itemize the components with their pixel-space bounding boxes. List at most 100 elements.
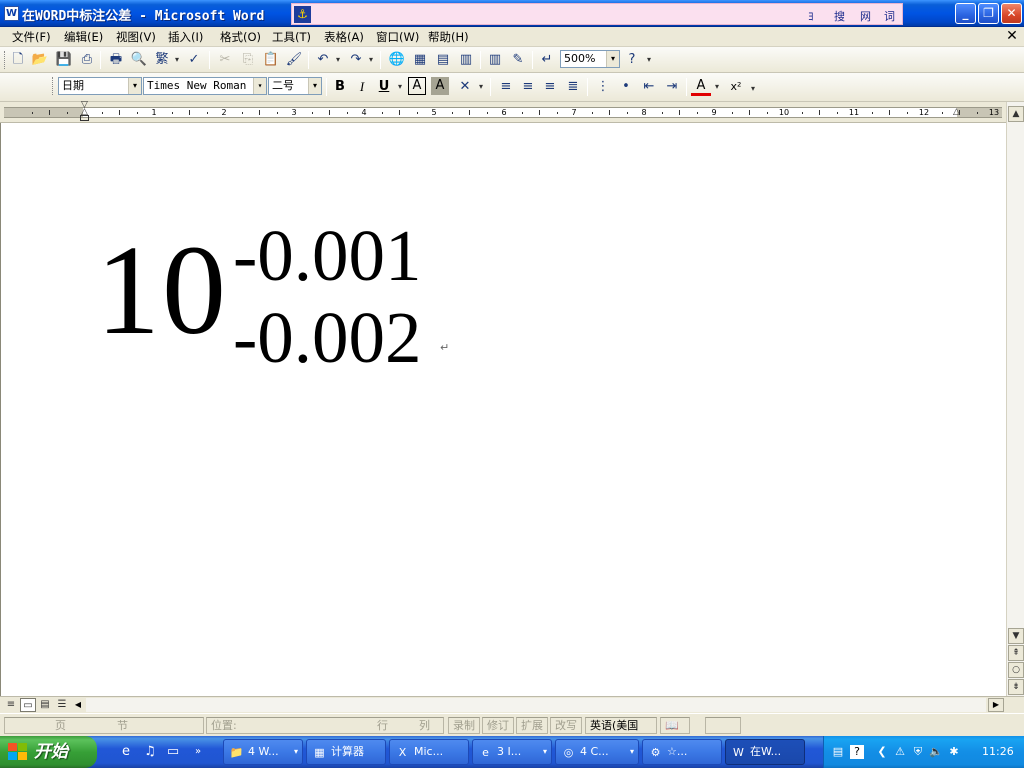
chinese-conversion-dropdown[interactable]: ▾ xyxy=(173,50,181,70)
bullets-icon[interactable]: • xyxy=(616,77,636,97)
scroll-down-button[interactable]: ▼ xyxy=(1008,628,1024,644)
status-track-changes[interactable]: 修订 xyxy=(482,717,514,734)
print-layout-view-icon[interactable]: ▤ xyxy=(37,698,53,712)
right-indent-icon[interactable]: △ xyxy=(952,108,961,117)
lower-tolerance[interactable]: -0.002 xyxy=(233,301,422,374)
toolbar-options-dropdown[interactable]: ▾ xyxy=(749,79,757,99)
align-center-icon[interactable]: ≡ xyxy=(518,77,538,97)
drawing-icon[interactable]: ✎ xyxy=(508,50,528,70)
menu-edit[interactable]: 编辑(E) xyxy=(62,29,105,45)
ime-item-mode[interactable]: ﾖ xyxy=(808,8,814,24)
network-icon[interactable]: ⚠ xyxy=(892,744,908,760)
scroll-left-button[interactable]: ◀ xyxy=(72,698,84,712)
task-ie[interactable]: e 3 I... ▾ xyxy=(472,739,552,765)
task-calculator[interactable]: ▦ 计算器 xyxy=(306,739,386,765)
help-tray-icon[interactable]: ? xyxy=(850,745,864,759)
menu-file[interactable]: 文件(F) xyxy=(10,29,53,45)
menu-table[interactable]: 表格(A) xyxy=(322,29,366,45)
next-page-button[interactable]: ⇟ xyxy=(1008,679,1024,695)
chevron-down-icon[interactable]: ▾ xyxy=(253,78,266,94)
justify-icon[interactable]: ≣ xyxy=(563,77,583,97)
new-icon[interactable]: 🗋 xyxy=(8,50,28,70)
tables-borders-icon[interactable]: ▦ xyxy=(410,50,430,70)
menu-insert[interactable]: 插入(I) xyxy=(166,29,205,45)
upper-tolerance[interactable]: -0.001 xyxy=(233,219,422,292)
toolbar-grip[interactable] xyxy=(4,51,7,69)
clock[interactable]: 11:26 xyxy=(982,745,1014,758)
font-color-dropdown[interactable]: ▾ xyxy=(713,77,721,97)
redo-icon[interactable]: ↷ xyxy=(346,50,366,70)
decrease-indent-icon[interactable]: ⇤ xyxy=(639,77,659,97)
char-border-icon[interactable]: A xyxy=(408,77,426,95)
ie-quicklaunch-icon[interactable]: e xyxy=(117,743,135,761)
spelling-status-icon[interactable]: 📖 xyxy=(660,717,690,734)
left-indent-icon[interactable] xyxy=(80,115,89,121)
select-browse-object-button[interactable]: ○ xyxy=(1008,662,1024,678)
word-doc-icon[interactable]: W xyxy=(4,6,19,21)
task-c[interactable]: ◎ 4 C... ▾ xyxy=(555,739,639,765)
bold-icon[interactable]: B xyxy=(330,77,350,97)
security-icon[interactable]: ⛨ xyxy=(910,744,926,760)
style-combo[interactable]: 日期 ▾ xyxy=(58,77,142,95)
restore-button[interactable]: ❐ xyxy=(978,3,999,24)
task-explorer[interactable]: 📁 4 W... ▾ xyxy=(223,739,303,765)
task-excel[interactable]: X Mic... xyxy=(389,739,469,765)
permission-icon[interactable]: ⎙ xyxy=(77,50,97,70)
keyboard-icon[interactable]: ▤ xyxy=(830,744,846,760)
quicklaunch-expand-icon[interactable]: » xyxy=(189,743,207,761)
menu-window[interactable]: 窗口(W) xyxy=(374,29,421,45)
status-language[interactable]: 英语(美国 xyxy=(585,717,657,734)
menu-view[interactable]: 视图(V) xyxy=(114,29,158,45)
font-combo[interactable]: Times New Roman ▾ xyxy=(143,77,267,95)
underline-dropdown[interactable]: ▾ xyxy=(396,77,404,97)
ime-item-word[interactable]: 词 xyxy=(884,8,895,24)
undo-icon[interactable]: ↶ xyxy=(313,50,333,70)
superscript-icon[interactable]: x² xyxy=(726,77,746,97)
desktop-quicklaunch-icon[interactable]: ▭ xyxy=(164,743,182,761)
format-painter-icon[interactable]: 🖌 xyxy=(284,50,304,70)
web-layout-view-icon[interactable]: ▭ xyxy=(20,698,36,712)
align-left-icon[interactable]: ≡ xyxy=(496,77,516,97)
task-star[interactable]: ⚙ ☆... xyxy=(642,739,722,765)
print-preview-icon[interactable]: 🔍 xyxy=(129,50,149,70)
insert-excel-icon[interactable]: ▥ xyxy=(456,50,476,70)
previous-page-button[interactable]: ⇞ xyxy=(1008,645,1024,661)
chinese-conversion-icon[interactable]: 繁 xyxy=(152,50,172,70)
close-button[interactable]: ✕ xyxy=(1001,3,1022,24)
increase-indent-icon[interactable]: ⇥ xyxy=(662,77,682,97)
vertical-scrollbar[interactable]: ▲ ▼ ⇞ ○ ⇟ xyxy=(1006,102,1024,696)
redo-dropdown[interactable]: ▾ xyxy=(367,50,375,70)
font-size-combo[interactable]: 二号 ▾ xyxy=(268,77,322,95)
italic-icon[interactable]: I xyxy=(352,77,372,97)
show-hide-icon[interactable]: ↵ xyxy=(537,50,557,70)
start-button[interactable]: 开始 xyxy=(0,736,97,768)
menu-format[interactable]: 格式(O) xyxy=(218,29,263,45)
zoom-combo[interactable]: 500% ▾ xyxy=(560,50,620,68)
ruler-track[interactable]: 1 2 3 4 5 6 7 8 9 10 11 12 13 xyxy=(4,107,1002,118)
paste-icon[interactable]: 📋 xyxy=(261,50,281,70)
scroll-up-button[interactable]: ▲ xyxy=(1008,106,1024,122)
insert-table-icon[interactable]: ▤ xyxy=(433,50,453,70)
ime-item-search[interactable]: 搜 xyxy=(834,8,845,24)
toolbar-grip[interactable] xyxy=(52,77,55,95)
menu-tools[interactable]: 工具(T) xyxy=(270,29,313,45)
cut-icon[interactable]: ✂ xyxy=(215,50,235,70)
outline-view-icon[interactable]: ☰ xyxy=(54,698,70,712)
star-tray-icon[interactable]: ✱ xyxy=(946,744,962,760)
save-icon[interactable]: 💾 xyxy=(54,50,74,70)
status-record[interactable]: 录制 xyxy=(448,717,480,734)
document-page[interactable]: 10 -0.001 -0.002 ↵ xyxy=(0,123,1006,696)
close-document-button[interactable]: ✕ xyxy=(1004,28,1020,45)
chevron-down-icon[interactable]: ▾ xyxy=(128,78,141,94)
ime-item-web[interactable]: 网 xyxy=(860,8,871,24)
open-icon[interactable]: 📂 xyxy=(30,50,50,70)
spelling-icon[interactable]: ✓ xyxy=(184,50,204,70)
title-bar[interactable]: W 在WORD中标注公差 - Microsoft Word ⚓ ﾖ 搜 网 词 … xyxy=(0,0,1024,27)
tray-collapse-icon[interactable]: ❮ xyxy=(874,744,890,760)
volume-icon[interactable]: 🔈 xyxy=(928,744,944,760)
align-right-icon[interactable]: ≡ xyxy=(540,77,560,97)
undo-dropdown[interactable]: ▾ xyxy=(334,50,342,70)
chevron-down-icon[interactable]: ▾ xyxy=(606,51,619,67)
hyperlink-icon[interactable]: 🌐 xyxy=(387,50,407,70)
status-overtype[interactable]: 改写 xyxy=(550,717,582,734)
